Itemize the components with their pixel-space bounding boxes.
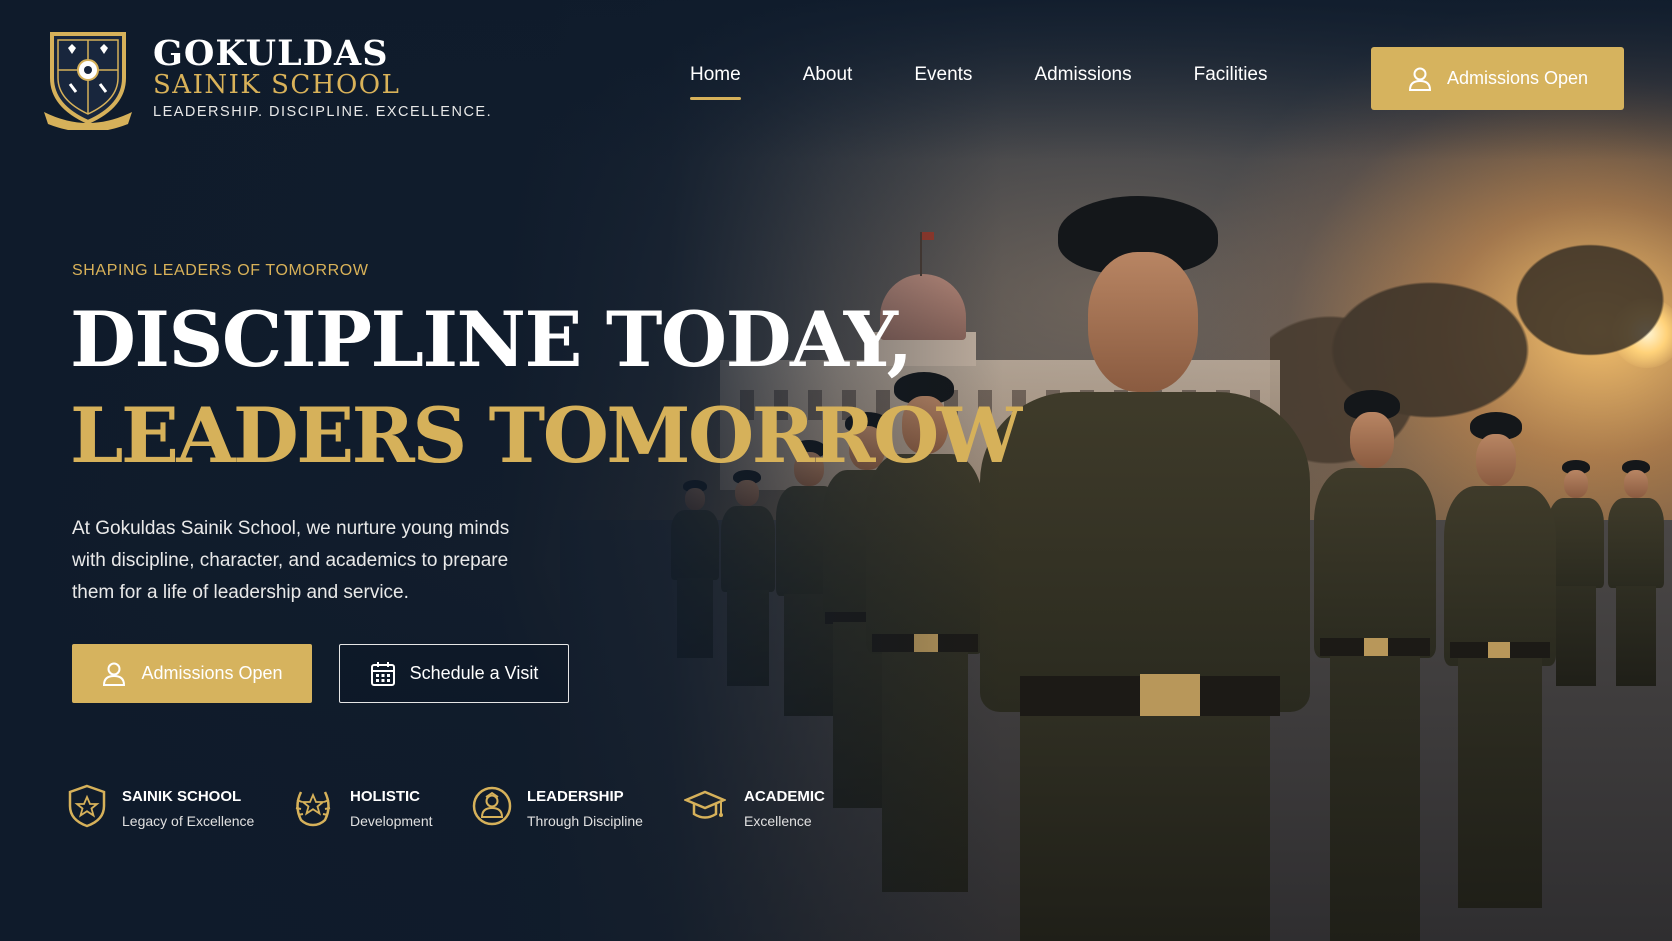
nav-item-admissions[interactable]: Admissions [1034,60,1131,100]
feature-title: SAINIK SCHOOL [122,788,242,805]
school-name: GOKULDAS [153,33,389,74]
hero-description: At Gokuldas Sainik School, we nurture yo… [72,518,510,603]
user-icon [103,662,126,686]
hero-headline-line-1: DISCIPLINE TODAY, [70,295,913,384]
hero-headline-line-2: LEADERS TOMORROW [70,391,1022,480]
site-header: GOKULDAS SAINIK SCHOOL LEADERSHIP. DISCI… [0,0,1672,150]
main-navigation: Home About Events Admissions Facilities [690,60,1330,100]
school-subname: SAINIK SCHOOL [153,70,401,100]
feature-title: HOLISTIC [350,788,420,805]
graduation-cap-icon [684,790,726,819]
feature-subtitle: Excellence [744,813,812,829]
feature-subtitle: Development [350,813,433,829]
feature-subtitle: Legacy of Excellence [122,813,255,829]
feature-title: LEADERSHIP [527,788,624,805]
person-badge-icon [472,786,512,826]
feature-title: ACADEMIC [744,788,825,805]
shield-star-icon [68,784,106,828]
feature-subtitle: Through Discipline [527,813,643,829]
school-crest-logo[interactable] [42,26,134,130]
hero-eyebrow: SHAPING LEADERS OF TOMORROW [72,262,369,279]
laurel-star-icon [295,791,331,827]
school-tagline: LEADERSHIP. DISCIPLINE. EXCELLENCE. [153,104,493,120]
header-admissions-button[interactable]: Admissions Open [1371,47,1624,110]
schedule-visit-button[interactable]: Schedule a Visit [339,644,569,703]
calendar-icon [370,661,395,686]
admissions-open-label: Admissions Open [141,663,283,683]
nav-item-facilities[interactable]: Facilities [1194,60,1268,100]
header-admissions-label: Admissions Open [1446,68,1589,88]
nav-item-about[interactable]: About [803,60,853,100]
schedule-visit-label: Schedule a Visit [409,663,539,683]
user-icon [1408,67,1431,91]
nav-item-events[interactable]: Events [914,60,972,100]
nav-item-home[interactable]: Home [690,60,741,100]
admissions-open-button[interactable]: Admissions Open [72,644,312,703]
